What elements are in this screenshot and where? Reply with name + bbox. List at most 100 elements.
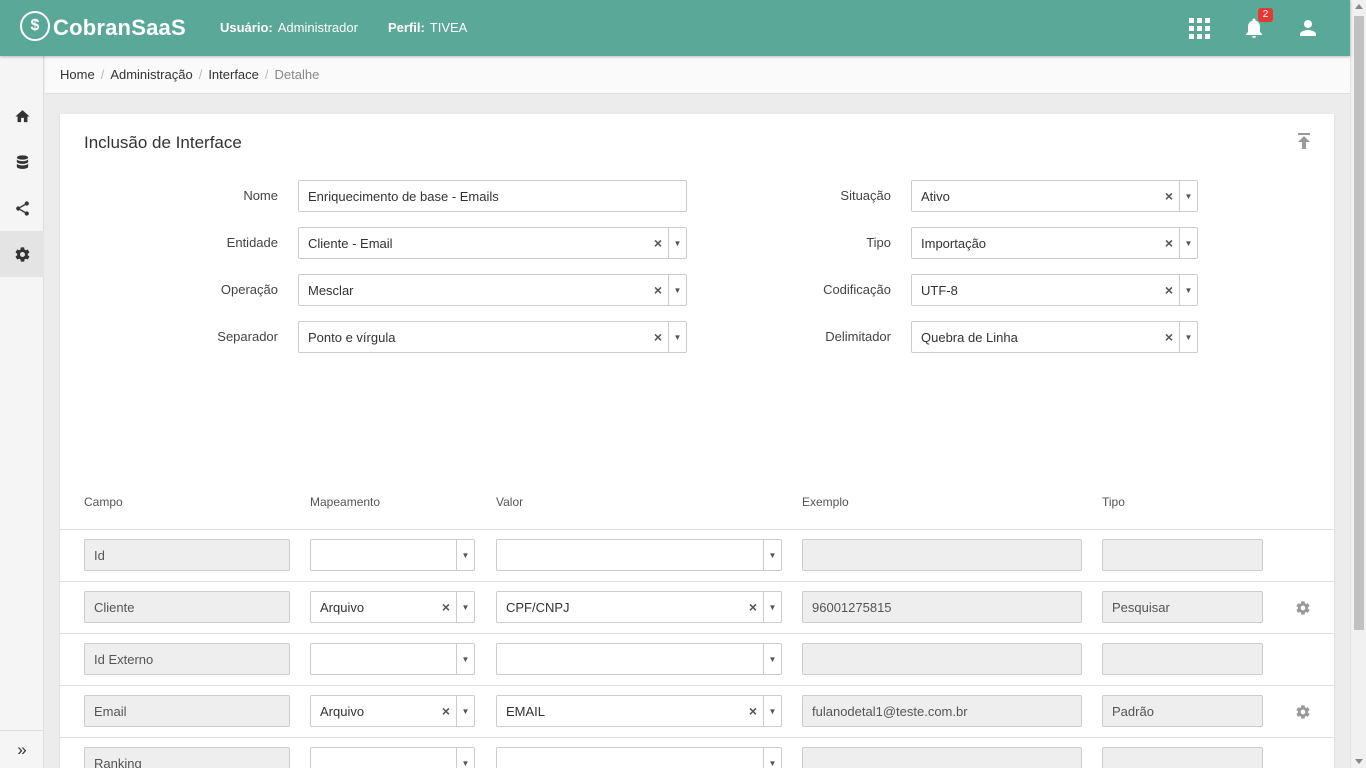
chevron-down-icon[interactable]: ▼ <box>456 540 474 570</box>
valor-select[interactable]: ▼ <box>496 747 782 768</box>
chevron-down-icon[interactable]: ▼ <box>763 540 781 570</box>
profile-value: TIVEA <box>429 20 468 35</box>
chevron-down-icon[interactable]: ▼ <box>763 592 781 622</box>
clear-icon[interactable]: × <box>1159 329 1179 345</box>
page-scrollbar[interactable] <box>1350 0 1366 768</box>
chevron-down-icon[interactable]: ▼ <box>763 748 781 768</box>
col-header-exemplo: Exemplo <box>802 495 849 509</box>
chevron-down-icon[interactable]: ▼ <box>668 228 686 258</box>
col-header-campo: Campo <box>84 495 123 509</box>
clear-icon[interactable]: × <box>743 703 763 719</box>
clear-icon[interactable]: × <box>648 329 668 345</box>
col-header-valor: Valor <box>496 495 524 509</box>
gear-icon <box>15 246 29 262</box>
clear-icon[interactable]: × <box>648 282 668 298</box>
chevron-down-icon[interactable]: ▼ <box>668 322 686 352</box>
valor-select[interactable]: EMAIL × ▼ <box>496 695 782 727</box>
delimitador-select[interactable]: Quebra de Linha × ▼ <box>911 321 1198 353</box>
app-logo[interactable]: $ CobranSaaS <box>20 10 186 46</box>
clear-icon[interactable]: × <box>743 599 763 615</box>
clear-icon[interactable]: × <box>436 703 456 719</box>
breadcrumb-home[interactable]: Home <box>60 67 95 82</box>
chevron-down-icon[interactable]: ▼ <box>1179 275 1197 305</box>
clear-icon[interactable]: × <box>1159 235 1179 251</box>
chevron-down-icon[interactable]: ▼ <box>1179 322 1197 352</box>
operacao-select[interactable]: Mesclar × ▼ <box>298 274 687 306</box>
mapeamento-select[interactable]: ▼ <box>310 747 475 768</box>
chevron-down-icon[interactable]: ▼ <box>1179 228 1197 258</box>
row-divider <box>60 581 1334 582</box>
nome-input[interactable]: Enriquecimento de base - Emails <box>298 180 687 212</box>
delimitador-label: Delimitador <box>825 329 891 344</box>
table-divider <box>60 529 1334 530</box>
codificacao-value: UTF-8 <box>921 282 958 298</box>
chevron-down-icon[interactable]: ▼ <box>456 748 474 768</box>
mapeamento-select[interactable]: Arquivo × ▼ <box>310 695 475 727</box>
breadcrumb-administracao[interactable]: Administração <box>110 67 192 82</box>
chevron-down-icon[interactable]: ▼ <box>668 275 686 305</box>
valor-select[interactable]: ▼ <box>496 643 782 675</box>
profile-label: Perfil: <box>387 20 425 35</box>
campo-field: Ranking <box>84 747 290 768</box>
sidebar-item-share[interactable] <box>0 185 44 231</box>
operacao-value: Mesclar <box>308 282 354 298</box>
chevron-down-icon[interactable]: ▼ <box>763 696 781 726</box>
chevron-down-icon[interactable]: ▼ <box>1179 181 1197 211</box>
mapeamento-select[interactable]: ▼ <box>310 539 475 571</box>
chevron-down-icon[interactable]: ▼ <box>456 644 474 674</box>
tipo-field: Pesquisar <box>1102 591 1263 623</box>
mapeamento-select[interactable]: Arquivo × ▼ <box>310 591 475 623</box>
valor-select[interactable]: ▼ <box>496 539 782 571</box>
logo-mark: $ <box>20 11 50 41</box>
clear-icon[interactable]: × <box>1159 282 1179 298</box>
col-header-mapeamento: Mapeamento <box>310 495 381 509</box>
breadcrumb-interface[interactable]: Interface <box>208 67 259 82</box>
chevron-down-icon[interactable]: ▼ <box>456 592 474 622</box>
tipo-select[interactable]: Importação × ▼ <box>911 227 1198 259</box>
separador-select[interactable]: Ponto e vírgula × ▼ <box>298 321 687 353</box>
exemplo-field <box>802 539 1082 571</box>
delimitador-value: Quebra de Linha <box>921 329 1018 345</box>
nome-label: Nome <box>243 188 278 203</box>
chevron-down-icon[interactable]: ▼ <box>456 696 474 726</box>
nome-value: Enriquecimento de base - Emails <box>308 188 499 204</box>
sidebar-item-settings[interactable] <box>0 231 44 277</box>
scroll-thumb[interactable] <box>1354 16 1364 630</box>
clear-icon[interactable]: × <box>648 235 668 251</box>
exemplo-field: fulanodetal1@teste.com.br <box>802 695 1082 727</box>
exemplo-field: 96001275815 <box>802 591 1082 623</box>
user-info: Usuário: Administrador Perfil: TIVEA <box>220 20 497 35</box>
valor-select[interactable]: CPF/CNPJ × ▼ <box>496 591 782 623</box>
gear-icon[interactable] <box>1295 704 1311 720</box>
entidade-select[interactable]: Cliente - Email × ▼ <box>298 227 687 259</box>
sidebar-item-database[interactable] <box>0 139 44 185</box>
situacao-value: Ativo <box>921 188 950 204</box>
entidade-value: Cliente - Email <box>308 235 393 251</box>
clear-icon[interactable]: × <box>1159 188 1179 204</box>
scroll-down-arrow-icon[interactable] <box>1355 759 1363 764</box>
sidebar-item-home[interactable] <box>0 93 44 139</box>
gear-icon[interactable] <box>1295 600 1311 616</box>
scroll-up-arrow-icon[interactable] <box>1355 4 1363 9</box>
clear-icon[interactable]: × <box>436 599 456 615</box>
collapse-icon[interactable] <box>1296 132 1312 150</box>
tipo-value: Importação <box>921 235 987 251</box>
situacao-select[interactable]: Ativo × ▼ <box>911 180 1198 212</box>
campo-field: Id <box>84 539 290 571</box>
user-icon[interactable] <box>1296 16 1320 40</box>
exemplo-field <box>802 643 1082 675</box>
mapeamento-select[interactable]: ▼ <box>310 643 475 675</box>
codificacao-select[interactable]: UTF-8 × ▼ <box>911 274 1198 306</box>
page-title: Inclusão de Interface <box>84 133 242 152</box>
user-value: Administrador <box>277 20 358 35</box>
separador-label: Separador <box>217 329 278 344</box>
row-divider <box>60 737 1334 738</box>
apps-grid-icon[interactable] <box>1189 18 1210 39</box>
campo-field: Email <box>84 695 290 727</box>
situacao-label: Situação <box>840 188 891 203</box>
interface-form-card: Inclusão de Interface Nome Enriqueciment… <box>60 114 1334 768</box>
chevron-down-icon[interactable]: ▼ <box>763 644 781 674</box>
breadcrumb-current: Detalhe <box>274 67 320 82</box>
sidebar-expand-button[interactable]: » <box>0 730 44 768</box>
codificacao-label: Codificação <box>823 282 891 297</box>
